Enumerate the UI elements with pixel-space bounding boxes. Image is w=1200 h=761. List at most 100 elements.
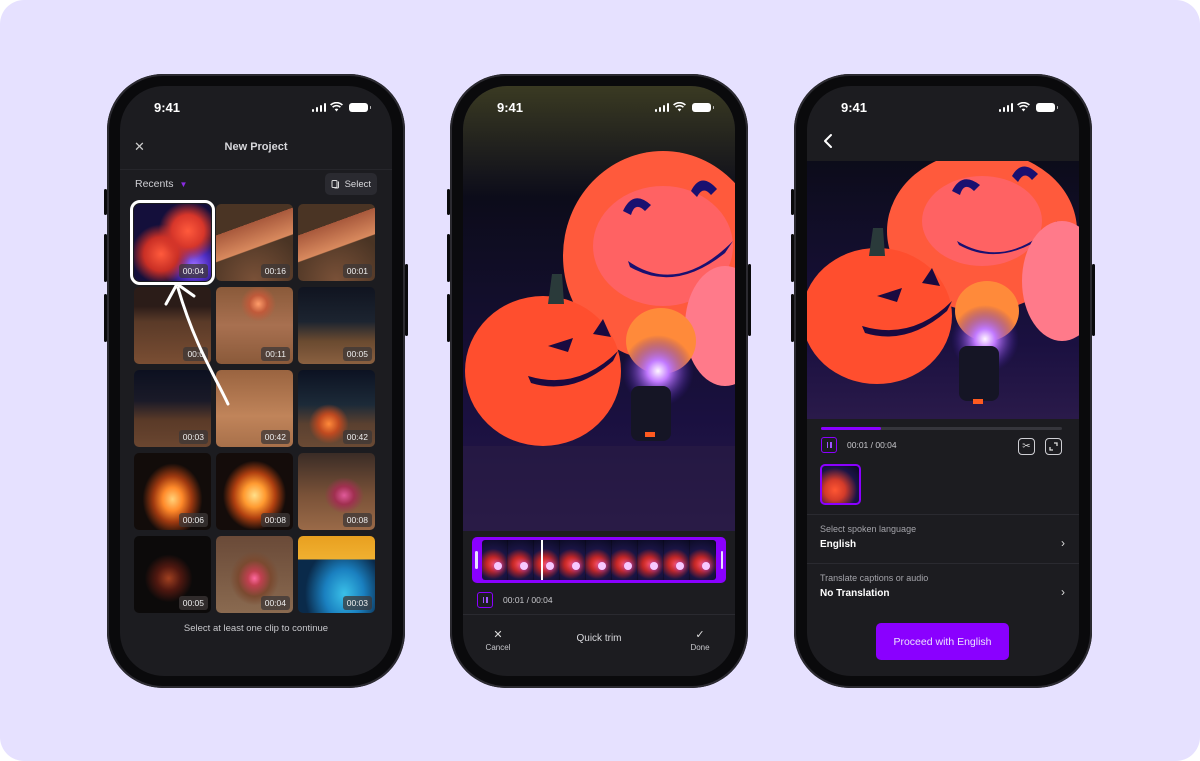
- status-time: 9:41: [154, 99, 181, 115]
- clip-duration: 00:03: [178, 430, 208, 444]
- phone-side-button: [791, 189, 794, 215]
- status-bar: 9:41: [807, 96, 1079, 118]
- video-frame: [807, 161, 1079, 419]
- clip-thumbnail[interactable]: 00:05: [298, 287, 375, 364]
- screen: 9:41: [807, 86, 1079, 676]
- clip-duration: 00:08: [342, 513, 372, 527]
- timeline-frame: [508, 540, 534, 580]
- scissors-icon[interactable]: ✂: [1018, 438, 1035, 455]
- clip-thumbnail[interactable]: 00:42: [298, 370, 375, 447]
- timeline-frame: [664, 540, 690, 580]
- phone-side-button: [104, 234, 107, 282]
- clip-duration: 00:06: [178, 513, 208, 527]
- clip-duration: 00:03: [342, 596, 372, 610]
- wifi-icon: [330, 102, 343, 112]
- footer-hint: Select at least one clip to continue: [183, 623, 329, 634]
- video-preview[interactable]: [807, 161, 1079, 419]
- clip-duration: 00:04: [178, 264, 208, 278]
- clip-thumbnail[interactable]: 00:01: [298, 204, 375, 281]
- cellular-signal-icon: [311, 102, 326, 112]
- trim-timeline[interactable]: [472, 537, 726, 583]
- phone-side-button: [791, 294, 794, 342]
- timeline-frame: [612, 540, 638, 580]
- fullscreen-icon[interactable]: [1045, 438, 1062, 455]
- timeline-frame: [586, 540, 612, 580]
- wifi-icon: [673, 102, 686, 112]
- timeline-frame: [690, 540, 716, 580]
- done-label: Done: [690, 643, 710, 652]
- battery-icon: [1036, 102, 1058, 112]
- video-frame: [463, 86, 735, 531]
- pause-button[interactable]: [477, 592, 493, 608]
- clip-duration: 00:01: [342, 264, 372, 278]
- clip-duration: 00:08: [260, 513, 290, 527]
- wifi-icon: [1017, 102, 1030, 112]
- clip-thumbnail[interactable]: 00:08: [216, 453, 293, 530]
- clip-thumbnail[interactable]: 00:42: [216, 370, 293, 447]
- phone-side-button: [104, 189, 107, 215]
- chevron-down-icon: ▼: [179, 179, 188, 189]
- selected-clip-thumbnail[interactable]: [820, 464, 861, 505]
- setting-label: Select spoken language: [820, 524, 917, 534]
- phone-side-button: [748, 264, 751, 336]
- phone-quick-trim: 9:41 00:01 / 00:04 ✕ Cancel Quick trim ✓…: [447, 74, 751, 688]
- playhead[interactable]: [540, 540, 543, 580]
- cellular-signal-icon: [998, 102, 1013, 112]
- chevron-right-icon: ›: [1061, 536, 1065, 550]
- translation-row[interactable]: Translate captions or audio No Translati…: [820, 573, 1065, 613]
- pause-button[interactable]: [821, 437, 837, 453]
- clip-duration: 00:05: [178, 596, 208, 610]
- page-title: New Project: [224, 141, 288, 153]
- phone-side-button: [1092, 264, 1095, 336]
- clip-duration: 00:05: [342, 347, 372, 361]
- battery-icon: [349, 102, 371, 112]
- done-button[interactable]: ✓ Done: [680, 628, 720, 652]
- screen: 9:41: [463, 86, 735, 676]
- timeline-frame: [534, 540, 560, 580]
- multi-select-icon: [331, 180, 339, 189]
- trim-handle-end[interactable]: [720, 551, 723, 569]
- phone-language-select: 9:41 00:01 / 00:04 ✂ Select spoken langu…: [791, 74, 1095, 688]
- timeline-frame: [560, 540, 586, 580]
- clip-thumbnail[interactable]: 00:08: [298, 453, 375, 530]
- select-button[interactable]: Select: [324, 173, 377, 195]
- phone-side-button: [447, 294, 450, 342]
- phone-new-project: 9:41 ✕ New Project Recents ▼ Select 00:0…: [104, 74, 408, 688]
- clip-duration: 00:0: [183, 347, 208, 361]
- divider: [807, 514, 1079, 515]
- clip-thumbnail[interactable]: 00:16: [216, 204, 293, 281]
- album-dropdown[interactable]: Recents ▼: [135, 176, 187, 192]
- clip-duration: 00:42: [260, 430, 290, 444]
- chevron-left-icon[interactable]: [823, 132, 833, 155]
- chevron-right-icon: ›: [1061, 585, 1065, 599]
- phone-side-button: [104, 294, 107, 342]
- cancel-label: Cancel: [485, 643, 511, 652]
- divider: [463, 614, 735, 615]
- clip-thumbnail[interactable]: 00:11: [216, 287, 293, 364]
- battery-icon: [692, 102, 714, 112]
- trim-handle-start[interactable]: [475, 551, 478, 569]
- divider: [120, 169, 392, 170]
- clip-thumbnail[interactable]: 00:03: [134, 370, 211, 447]
- clip-thumbnail[interactable]: 00:0: [134, 287, 211, 364]
- timecode: 00:01 / 00:04: [847, 440, 897, 450]
- checkmark-icon: ✓: [695, 629, 705, 641]
- clip-thumbnail[interactable]: 00:06: [134, 453, 211, 530]
- clip-thumbnail[interactable]: 00:04: [216, 536, 293, 613]
- video-preview[interactable]: [463, 86, 735, 531]
- pause-icon: [826, 442, 828, 448]
- phone-side-button: [405, 264, 408, 336]
- clip-duration: 00:16: [260, 264, 290, 278]
- pause-icon: [482, 597, 484, 603]
- clip-thumbnail[interactable]: 00:04: [130, 200, 215, 285]
- background-card: 9:41 ✕ New Project Recents ▼ Select 00:0…: [0, 0, 1200, 761]
- status-bar: 9:41: [120, 96, 392, 118]
- phone-side-button: [791, 234, 794, 282]
- clip-duration: 00:04: [260, 596, 290, 610]
- screen: 9:41 ✕ New Project Recents ▼ Select 00:0…: [120, 86, 392, 676]
- spoken-language-row[interactable]: Select spoken language English ›: [820, 524, 1065, 564]
- playback-progress[interactable]: [821, 427, 1062, 430]
- clip-thumbnail[interactable]: 00:03: [298, 536, 375, 613]
- clip-thumbnail[interactable]: 00:05: [134, 536, 211, 613]
- proceed-button[interactable]: Proceed with English: [876, 623, 1009, 660]
